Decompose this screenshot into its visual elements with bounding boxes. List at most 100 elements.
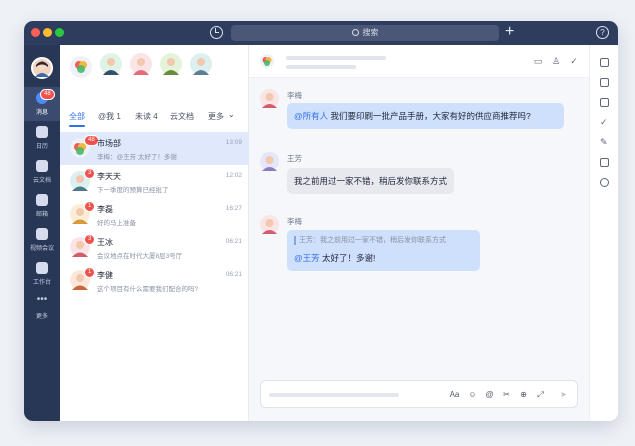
scissors-icon[interactable]: ✂ xyxy=(501,389,512,400)
mention-all[interactable]: @所有人 xyxy=(294,111,328,121)
check-icon[interactable]: ✓ xyxy=(569,56,579,66)
conversation-name: 李天天 xyxy=(97,172,121,181)
conversation-preview: 会议地点在时代大厦8层3号厅 xyxy=(97,253,183,260)
nav-messages-label: 消息 xyxy=(35,110,48,116)
file-icon[interactable] xyxy=(600,158,609,167)
conversation-item[interactable]: 1 李磊 好的马上准备 16:27 xyxy=(60,198,249,231)
tab-more[interactable]: 更多 xyxy=(208,111,224,122)
video-icon xyxy=(36,228,48,240)
pinned-avatar[interactable] xyxy=(130,53,152,75)
message-text: 我们要印刷一批产品手册，大家有好的供应商推荐吗? xyxy=(330,111,531,121)
conversation-item[interactable]: 48 市场部 李梅：@王芳 太好了！多谢 13:09 xyxy=(60,132,249,165)
conversation-item[interactable]: 1 李健 这个项目有什么需要我们配合的吗? 06:21 xyxy=(60,264,249,297)
message-bubble[interactable]: @所有人 我们要印刷一批产品手册，大家有好的供应商推荐吗? xyxy=(287,103,564,129)
message-text: 我之前用过一家不错，稍后发你联系方式 xyxy=(294,176,448,186)
nav-video[interactable]: 视频会议 xyxy=(24,223,60,257)
unread-badge: 3 xyxy=(84,168,96,179)
user-avatar[interactable] xyxy=(31,57,53,79)
message-bubble[interactable]: 王芳：我之前用过一家不错，稍后发你联系方式 @王芳 太好了！多谢! xyxy=(287,230,480,271)
conversation-item[interactable]: 3 王冰 会议地点在时代大厦8层3号厅 06:21 xyxy=(60,231,249,264)
title-bar: 搜索 + ? xyxy=(24,21,618,45)
chevron-down-icon[interactable]: ⌄ xyxy=(228,110,235,119)
chat-title-placeholder xyxy=(286,56,386,60)
nav-workspace[interactable]: 工作台 xyxy=(24,257,60,291)
folder-icon[interactable] xyxy=(600,78,609,87)
add-icon[interactable]: + xyxy=(505,22,514,42)
close-window-button[interactable] xyxy=(31,28,40,37)
chat-header: ▭ ♙ ✓ xyxy=(249,45,589,78)
group-avatar xyxy=(260,54,274,68)
nav-messages[interactable]: 消息 48 xyxy=(24,87,60,121)
add-member-icon[interactable]: ♙ xyxy=(551,56,561,66)
nav-mail[interactable]: 邮箱 xyxy=(24,189,60,223)
nav-docs[interactable]: 云文档 xyxy=(24,155,60,189)
conversation-list: 全部 @我 1 未读 4 云文档 更多 ⌄ 48 市场部 李梅：@王芳 太好了！… xyxy=(60,45,249,421)
sender-avatar[interactable] xyxy=(260,152,279,171)
message-text: 太好了！多谢! xyxy=(322,253,376,263)
mention-user[interactable]: @王芳 xyxy=(294,253,320,263)
conversation-item[interactable]: 3 李天天 下一季度的预算已经批了 12:02 xyxy=(60,165,249,198)
messages-badge: 48 xyxy=(40,89,55,100)
nav-video-label: 视频会议 xyxy=(29,246,54,252)
nav-mail-label: 邮箱 xyxy=(35,212,48,218)
conversation-name: 李健 xyxy=(97,271,113,280)
conversation-preview: 李梅：@王芳 太好了！多谢 xyxy=(97,154,177,161)
sender-avatar[interactable] xyxy=(260,215,279,234)
sender-name: 李梅 xyxy=(287,217,302,226)
sender-avatar[interactable] xyxy=(260,89,279,108)
conversation-preview: 下一季度的预算已经批了 xyxy=(97,187,169,194)
pinned-avatar[interactable] xyxy=(160,53,182,75)
search-icon xyxy=(351,29,359,36)
add-attachment-icon[interactable]: ⊕ xyxy=(518,389,529,400)
emoji-icon[interactable]: ☺ xyxy=(467,389,478,400)
conversation-name: 李磊 xyxy=(97,205,113,214)
message-input[interactable]: Aa ☺ @ ✂ ⊕ ⤢ ➤ xyxy=(260,380,578,408)
conversation-name: 王冰 xyxy=(97,238,113,247)
tab-unread[interactable]: 未读 4 xyxy=(135,111,158,122)
input-placeholder xyxy=(269,393,399,397)
mention-icon[interactable]: @ xyxy=(484,389,495,400)
nav-calendar[interactable]: 日历 xyxy=(24,121,60,155)
unread-badge: 3 xyxy=(84,234,96,245)
check-icon[interactable]: ✓ xyxy=(600,118,609,127)
minimize-window-button[interactable] xyxy=(43,28,52,37)
text-format-icon[interactable]: Aa xyxy=(449,389,460,400)
sender-name: 李梅 xyxy=(287,91,302,100)
chat-subtitle-placeholder xyxy=(286,65,356,69)
active-tab-indicator xyxy=(69,125,85,127)
expand-icon[interactable]: ⤢ xyxy=(535,389,546,400)
grid-icon xyxy=(36,262,48,274)
video-call-icon[interactable]: ▭ xyxy=(533,56,543,66)
message-bubble[interactable]: 我之前用过一家不错，稍后发你联系方式 xyxy=(287,168,455,194)
tab-docs[interactable]: 云文档 xyxy=(170,111,194,122)
nav-rail: 消息 48 日历 云文档 邮箱 视频会议 工作台 ••• 更多 xyxy=(24,45,60,421)
maximize-window-button[interactable] xyxy=(55,28,64,37)
pinned-group-avatar[interactable] xyxy=(70,56,92,78)
list-icon[interactable] xyxy=(600,58,609,67)
calendar-icon xyxy=(36,126,48,138)
conversation-preview: 这个项目有什么需要我们配合的吗? xyxy=(97,286,199,293)
help-icon[interactable]: ? xyxy=(596,26,609,39)
nav-calendar-label: 日历 xyxy=(35,144,48,150)
pinned-avatar[interactable] xyxy=(100,53,122,75)
conversation-time: 06:21 xyxy=(225,271,242,278)
document-icon xyxy=(36,160,48,172)
history-icon[interactable] xyxy=(210,26,223,39)
conversation-tabs: 全部 @我 1 未读 4 云文档 更多 ⌄ xyxy=(60,109,249,127)
tab-all[interactable]: 全部 xyxy=(69,111,85,122)
tab-mentions[interactable]: @我 1 xyxy=(98,111,121,122)
unread-badge: 1 xyxy=(84,201,96,212)
settings-icon[interactable] xyxy=(600,178,609,187)
send-icon[interactable]: ➤ xyxy=(558,389,569,400)
pinned-avatar[interactable] xyxy=(190,53,212,75)
pin-icon[interactable]: ✎ xyxy=(600,138,609,147)
search-bar[interactable]: 搜索 xyxy=(231,25,499,41)
nav-more[interactable]: ••• 更多 xyxy=(24,291,60,325)
conversation-time: 06:21 xyxy=(225,238,242,245)
notes-icon[interactable] xyxy=(600,98,609,107)
nav-more-label: 更多 xyxy=(35,314,48,320)
conversation-time: 13:09 xyxy=(225,139,242,146)
sender-name: 王芳 xyxy=(287,154,302,163)
chat-panel: ▭ ♙ ✓ 李梅 @所有人 我们要印刷一批产品手册，大家有好的供应商推荐吗? 王… xyxy=(249,45,589,421)
unread-badge: 1 xyxy=(84,267,96,278)
